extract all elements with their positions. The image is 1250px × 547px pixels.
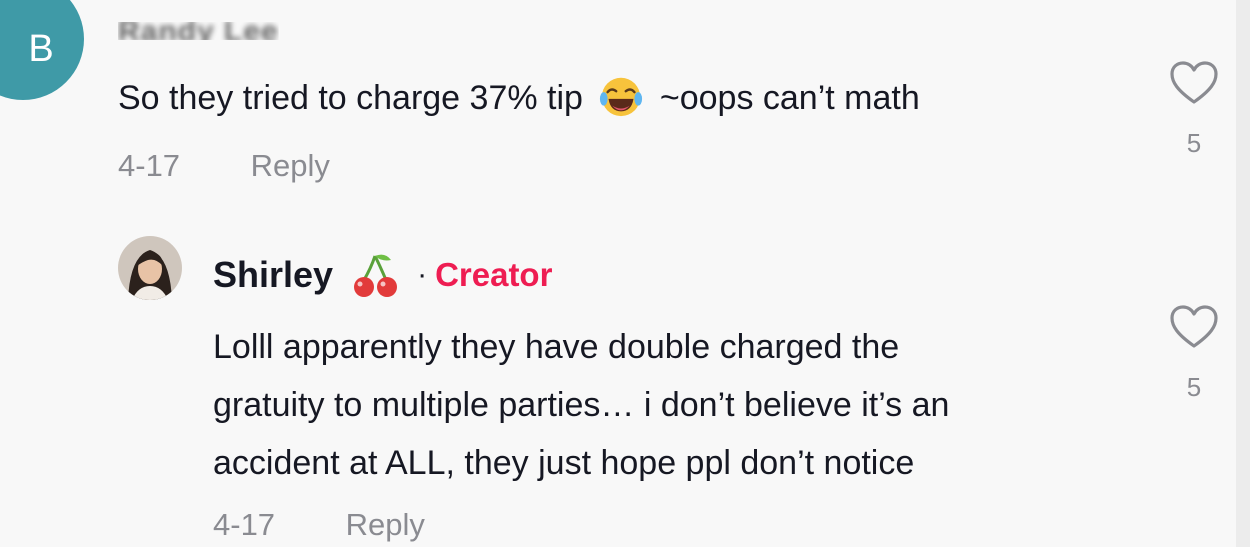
face-with-tears-of-joy-emoji-icon <box>600 77 643 117</box>
reply-author-row: Shirley · Creator <box>213 250 552 300</box>
comment-text-part: So they tried to charge 37% tip <box>118 79 583 117</box>
separator-dot: · <box>417 258 428 291</box>
reply-text: Lolll apparently they have double charge… <box>213 318 1143 492</box>
scrollbar-track[interactable] <box>1236 0 1250 547</box>
heart-icon[interactable] <box>1169 60 1219 106</box>
comment-date: 4-17 <box>118 148 181 183</box>
avatar[interactable]: B <box>0 0 84 100</box>
reply-button[interactable]: Reply <box>251 148 330 183</box>
creator-badge: Creator <box>435 256 553 293</box>
reply-button[interactable]: Reply <box>346 507 425 542</box>
reply-text-line: accident at ALL, they just hope ppl don’… <box>213 444 915 482</box>
cherry-icon <box>354 254 398 297</box>
reply-text-line: Lolll apparently they have double charge… <box>213 328 900 366</box>
avatar-image <box>118 236 182 300</box>
comment-meta: 4-17 Reply <box>118 148 330 184</box>
like-count: 5 <box>1186 128 1202 158</box>
reply-text-line: gratuity to multiple parties… i don’t be… <box>213 386 950 424</box>
heart-icon[interactable] <box>1169 304 1219 350</box>
author-name-blurred[interactable]: Randy Lee <box>118 22 279 40</box>
avatar[interactable] <box>118 236 182 300</box>
like-count: 5 <box>1186 372 1202 402</box>
avatar-letter: B <box>28 27 54 70</box>
like-button[interactable]: 5 <box>1168 304 1220 403</box>
comments-panel: B Randy Lee So they tried to charge 37% … <box>0 0 1250 547</box>
comment-text-part: ~oops can’t math <box>659 79 920 117</box>
author-name[interactable]: Shirley <box>213 254 333 296</box>
comment-text: So they tried to charge 37% tip ~oops ca… <box>118 73 920 122</box>
like-button[interactable]: 5 <box>1168 60 1220 159</box>
reply-meta: 4-17 Reply <box>213 507 425 543</box>
reply-date: 4-17 <box>213 507 276 542</box>
